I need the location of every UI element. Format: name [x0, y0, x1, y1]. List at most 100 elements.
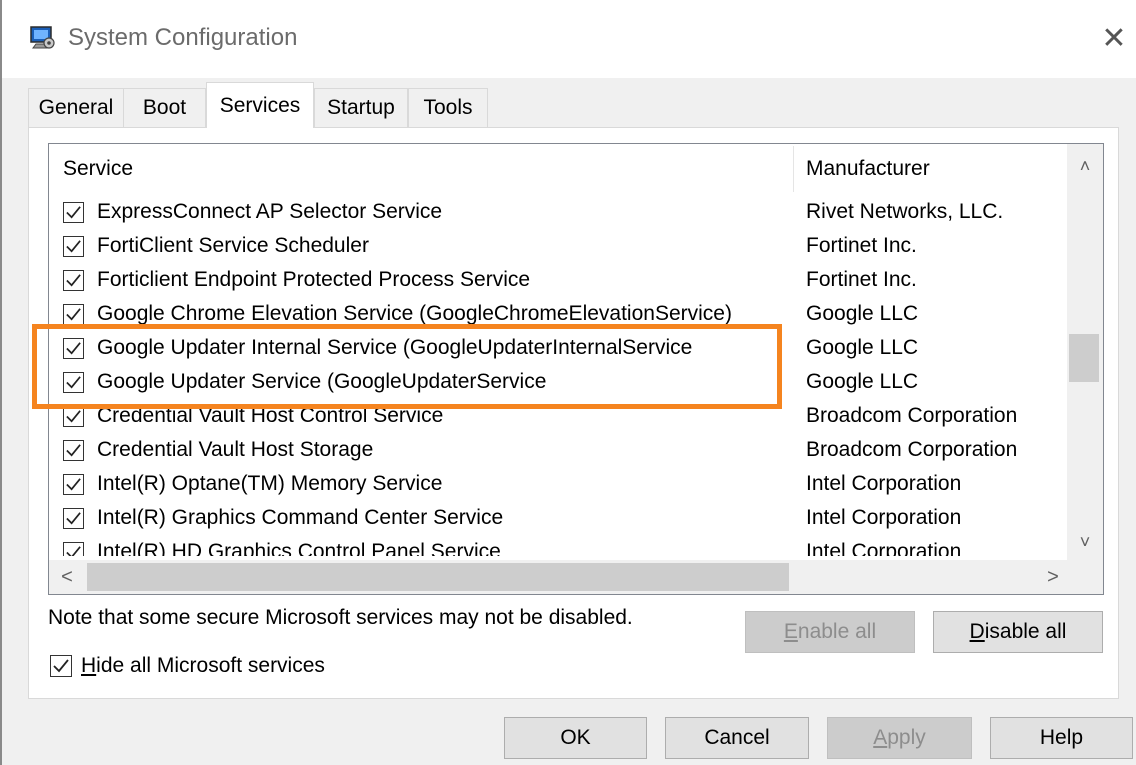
- service-checkbox[interactable]: [63, 406, 84, 427]
- service-name: FortiClient Service Scheduler: [97, 234, 369, 257]
- table-row[interactable]: Google Chrome Elevation Service (GoogleC…: [49, 298, 1067, 332]
- hide-microsoft-services-checkbox[interactable]: [50, 655, 72, 677]
- tab-label: Boot: [142, 96, 187, 119]
- check-icon: [66, 206, 81, 219]
- service-manufacturer: Google LLC: [806, 336, 919, 359]
- check-icon: [66, 376, 81, 389]
- check-icon: [66, 478, 81, 491]
- service-checkbox[interactable]: [63, 202, 84, 223]
- service-manufacturer: Rivet Networks, LLC.: [806, 200, 1004, 223]
- service-manufacturer: Google LLC: [806, 302, 919, 325]
- button-label: Apply: [873, 726, 926, 749]
- service-checkbox[interactable]: [63, 440, 84, 461]
- service-name: Credential Vault Host Storage: [97, 438, 374, 461]
- service-name: Google Chrome Elevation Service (GoogleC…: [97, 302, 732, 325]
- close-icon: ✕: [1101, 21, 1127, 55]
- check-icon: [66, 410, 81, 423]
- service-checkbox[interactable]: [63, 372, 84, 393]
- cancel-button[interactable]: Cancel: [665, 717, 809, 759]
- service-manufacturer: Google LLC: [806, 370, 919, 393]
- service-checkbox[interactable]: [63, 338, 84, 359]
- service-name: Intel(R) Graphics Command Center Service: [97, 506, 504, 529]
- title-bar: System Configuration ✕: [2, 0, 1136, 78]
- check-icon: [66, 546, 81, 556]
- horizontal-scroll-thumb[interactable]: [87, 563, 789, 591]
- service-manufacturer: Fortinet Inc.: [806, 234, 917, 257]
- column-header-label: Manufacturer: [806, 157, 930, 180]
- service-manufacturer: Broadcom Corporation: [806, 438, 1018, 461]
- table-row[interactable]: Credential Vault Host Control Service Bro…: [49, 400, 1067, 434]
- column-header-label: Service: [63, 157, 134, 180]
- column-divider[interactable]: [793, 146, 794, 192]
- chevron-right-icon: >: [1047, 565, 1059, 588]
- service-manufacturer: Broadcom Corporation: [806, 404, 1018, 427]
- note-text: Note that some secure Microsoft services…: [48, 606, 633, 629]
- service-checkbox[interactable]: [63, 304, 84, 325]
- service-name: Google Updater Internal Service (GoogleU…: [97, 336, 693, 359]
- check-icon: [66, 444, 81, 457]
- scroll-up-button[interactable]: ˄: [1067, 148, 1103, 184]
- tab-label: Services: [219, 93, 301, 117]
- check-icon: [66, 274, 81, 287]
- service-name: ExpressConnect AP Selector Service: [97, 200, 443, 223]
- service-checkbox[interactable]: [63, 542, 84, 556]
- table-row[interactable]: Intel(R) Optane(TM) Memory Service Intel …: [49, 468, 1067, 502]
- apply-button[interactable]: Apply: [827, 717, 972, 759]
- table-row[interactable]: Intel(R) HD Graphics Control Panel Servi…: [49, 536, 1067, 556]
- tab-tools[interactable]: Tools: [408, 88, 488, 127]
- tab-boot[interactable]: Boot: [123, 88, 206, 127]
- services-list[interactable]: Service Manufacturer ExpressConnect AP S…: [48, 143, 1104, 595]
- chevron-down-icon: ˅: [1079, 531, 1091, 552]
- tab-startup[interactable]: Startup: [314, 88, 408, 127]
- chevron-up-icon: ˄: [1079, 155, 1091, 176]
- service-checkbox[interactable]: [63, 236, 84, 257]
- help-button[interactable]: Help: [990, 717, 1133, 759]
- check-icon: [66, 512, 81, 525]
- ok-button[interactable]: OK: [504, 717, 647, 759]
- system-configuration-icon: [30, 26, 55, 49]
- vertical-scrollbar[interactable]: ˄ ˅: [1067, 144, 1103, 560]
- service-name: Intel(R) Optane(TM) Memory Service: [97, 472, 443, 495]
- scroll-right-button[interactable]: >: [1035, 560, 1071, 594]
- button-label: Cancel: [704, 726, 770, 749]
- scrollbar-corner: [1067, 560, 1103, 594]
- service-checkbox[interactable]: [63, 474, 84, 495]
- service-rows: ExpressConnect AP Selector Service Rivet …: [49, 196, 1067, 556]
- table-row[interactable]: Intel(R) Graphics Command Center Service…: [49, 502, 1067, 536]
- table-row[interactable]: Credential Vault Host Storage Broadcom Co…: [49, 434, 1067, 468]
- chevron-left-icon: <: [61, 565, 73, 588]
- button-label: OK: [560, 726, 591, 749]
- column-header-manufacturer[interactable]: Manufacturer: [806, 144, 930, 194]
- hide-microsoft-services-label[interactable]: Hide all Microsoft services: [81, 654, 325, 678]
- table-row[interactable]: Google Updater Service (GoogleUpdaterSer…: [49, 366, 1067, 400]
- button-label: Disable all: [969, 620, 1067, 643]
- service-manufacturer: Intel Corporation: [806, 506, 962, 529]
- service-checkbox[interactable]: [63, 270, 84, 291]
- enable-all-button[interactable]: Enable all: [745, 611, 915, 653]
- check-icon: [66, 308, 81, 321]
- tab-label: General: [38, 96, 114, 119]
- table-row[interactable]: ExpressConnect AP Selector Service Rivet …: [49, 196, 1067, 230]
- service-checkbox[interactable]: [63, 508, 84, 529]
- window-title: System Configuration: [68, 24, 298, 51]
- scroll-down-button[interactable]: ˅: [1067, 524, 1103, 560]
- table-row[interactable]: Google Updater Internal Service (GoogleU…: [49, 332, 1067, 366]
- tab-services[interactable]: Services: [206, 82, 314, 128]
- vertical-scroll-thumb[interactable]: [1069, 334, 1099, 382]
- service-manufacturer: Intel Corporation: [806, 472, 962, 495]
- service-name: Google Updater Service (GoogleUpdaterSer…: [97, 370, 547, 393]
- button-label: Help: [1039, 726, 1084, 749]
- tab-general[interactable]: General: [28, 88, 124, 127]
- scroll-left-button[interactable]: <: [49, 560, 85, 594]
- table-row[interactable]: Forticlient Endpoint Protected Process S…: [49, 264, 1067, 298]
- horizontal-scrollbar[interactable]: < >: [49, 560, 1067, 594]
- service-name: Forticlient Endpoint Protected Process S…: [97, 268, 531, 291]
- check-icon: [66, 342, 81, 355]
- disable-all-button[interactable]: Disable all: [933, 611, 1103, 653]
- close-button[interactable]: ✕: [1092, 16, 1136, 60]
- check-icon: [66, 240, 81, 253]
- check-icon: [53, 659, 69, 673]
- service-name: Credential Vault Host Control Service: [97, 404, 444, 427]
- table-row[interactable]: FortiClient Service Scheduler Fortinet In…: [49, 230, 1067, 264]
- column-header-service[interactable]: Service: [63, 144, 133, 194]
